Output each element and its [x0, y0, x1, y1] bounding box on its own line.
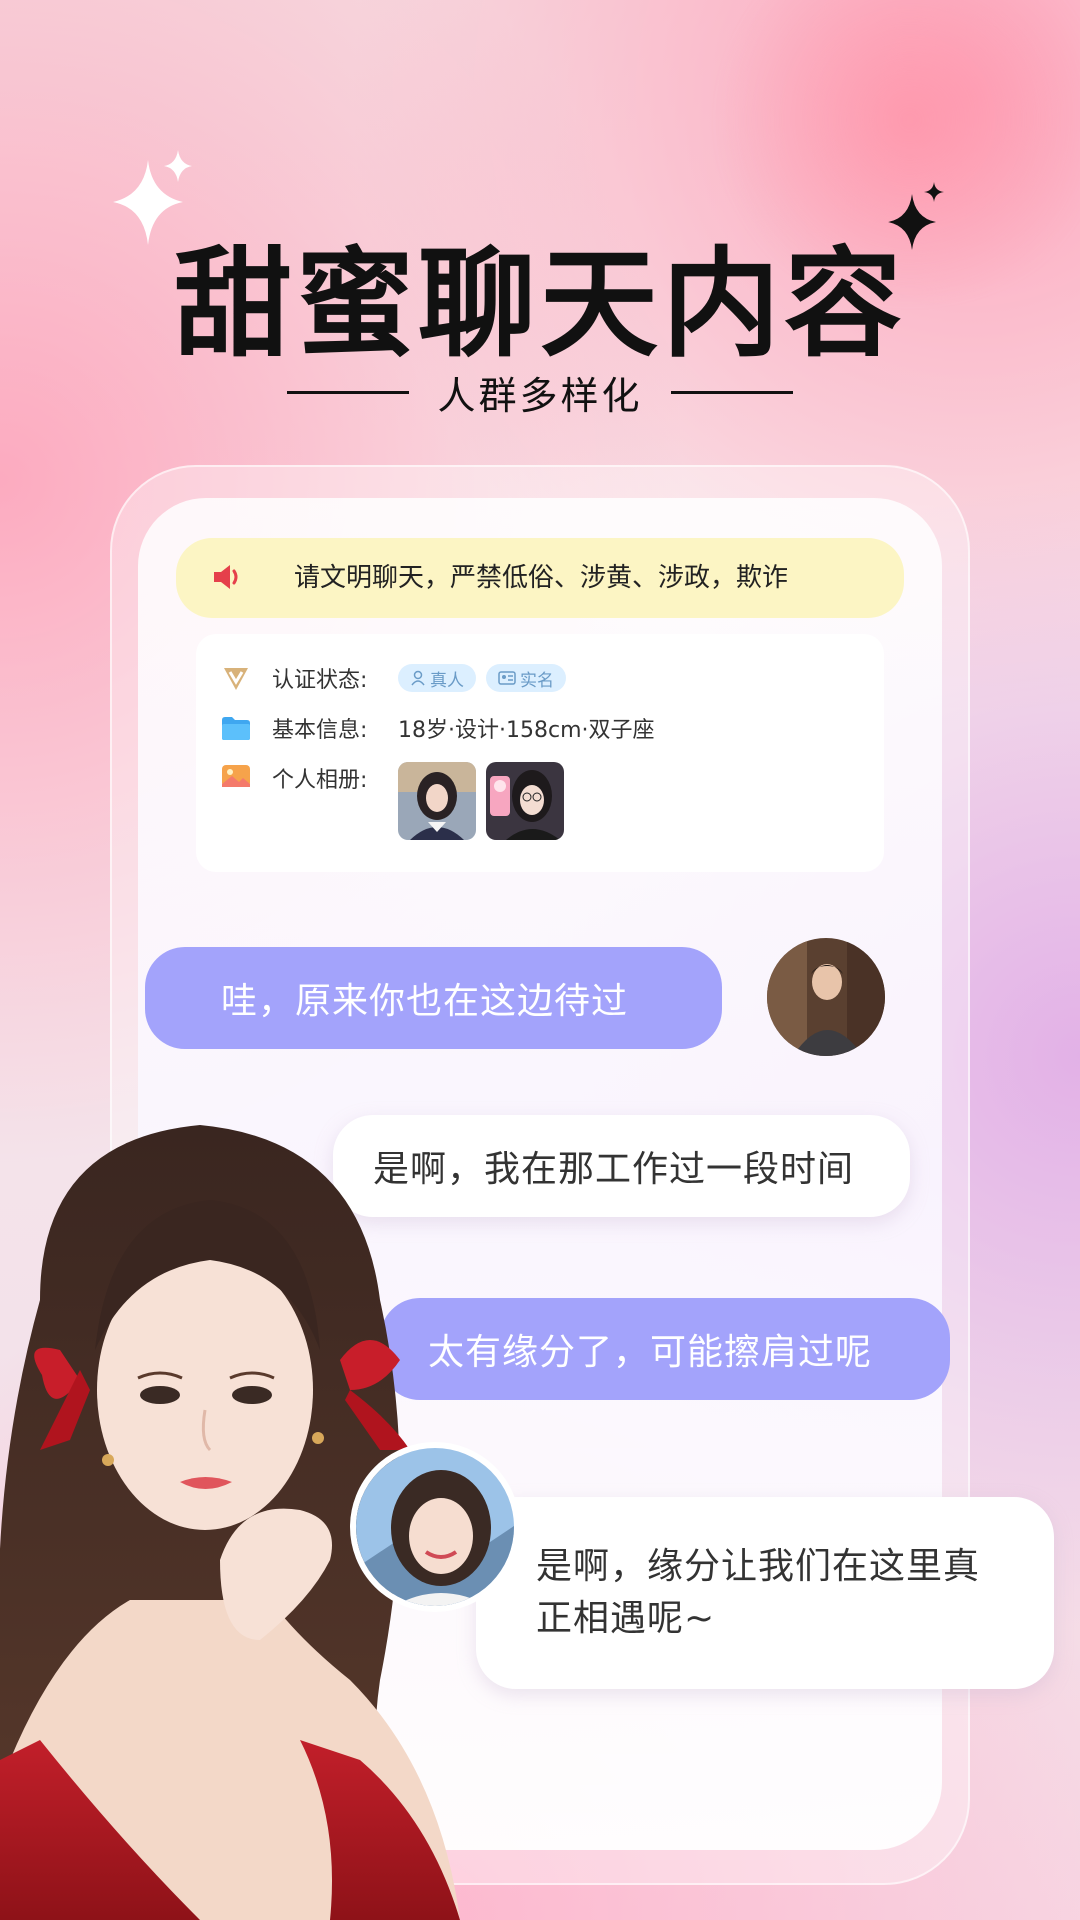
- album-photo[interactable]: [486, 762, 564, 840]
- album-label: 个人相册:: [272, 768, 368, 793]
- divider: [287, 391, 410, 394]
- album-thumbnails: [398, 762, 574, 840]
- divider: [670, 391, 793, 394]
- message-text: 哇，原来你也在这边待过: [221, 981, 629, 1022]
- notice-banner[interactable]: 请文明聊天，严禁低俗、涉黄、涉政，欺诈: [176, 538, 904, 618]
- verification-label: 认证状态:: [272, 668, 368, 693]
- chat-bubble-received: 是啊，缘分让我们在这里真正相遇呢~: [476, 1497, 1054, 1689]
- diamond-icon: [224, 668, 248, 690]
- real-person-tag: 真人: [398, 664, 476, 692]
- album-photo[interactable]: [398, 762, 476, 840]
- tag-label: 实名: [520, 670, 554, 691]
- id-card-icon: [498, 671, 516, 685]
- basic-info-row: 基本信息: 18岁·设计·158cm·双子座: [220, 712, 655, 744]
- folder-icon: [222, 717, 250, 740]
- promo-screen: 甜蜜聊天内容 人群多样化 请文明聊天，严禁低俗、涉黄、涉政，欺诈 认证状态: 真…: [0, 0, 1080, 1920]
- tag-label: 真人: [430, 670, 464, 691]
- subtitle-row: 人群多样化: [0, 365, 1080, 420]
- basic-info-label: 基本信息:: [272, 718, 368, 743]
- page-title: 甜蜜聊天内容: [173, 235, 906, 373]
- person-icon: [411, 670, 425, 686]
- basic-info-value: 18岁·设计·158cm·双子座: [398, 718, 655, 743]
- message-text: 是啊，缘分让我们在这里真正相遇呢~: [536, 1546, 981, 1639]
- profile-card: 认证状态: 真人 实名 基本信息: 18岁·设计·158cm·双子座 个人相册:: [196, 634, 884, 872]
- chat-bubble-sent: 哇，原来你也在这边待过: [145, 947, 722, 1049]
- avatar[interactable]: [767, 938, 885, 1056]
- notice-text: 请文明聊天，严禁低俗、涉黄、涉政，欺诈: [294, 563, 789, 593]
- page-subtitle: 人群多样化: [437, 374, 643, 418]
- album-row: 个人相册:: [220, 762, 574, 840]
- verification-row: 认证状态: 真人 实名: [220, 662, 576, 694]
- speaker-icon: [214, 565, 238, 589]
- avatar[interactable]: [350, 1442, 520, 1612]
- real-name-tag: 实名: [486, 664, 566, 692]
- gallery-icon: [222, 765, 250, 787]
